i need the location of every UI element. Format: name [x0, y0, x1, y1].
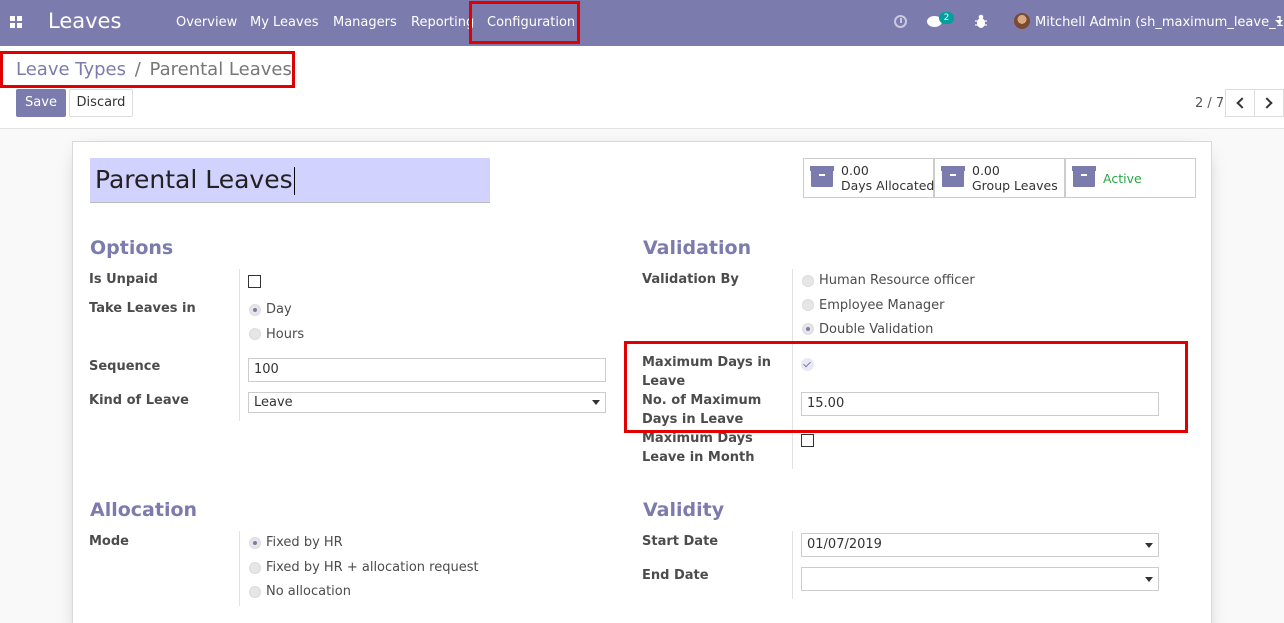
mode-fixed-hr-request-radio[interactable]	[249, 562, 261, 574]
validation-hr-officer-radio[interactable]	[802, 275, 814, 287]
no-max-days-label-line2: Days in Leave	[642, 412, 744, 427]
options-section-title: Options	[90, 237, 174, 259]
user-menu[interactable]: Mitchell Admin (sh_maximum_leave_12)	[1035, 15, 1284, 30]
validation-employee-manager-label[interactable]: Employee Manager	[819, 298, 945, 313]
max-days-month-label-line2: Leave in Month	[642, 450, 755, 465]
validation-employee-manager-radio[interactable]	[802, 299, 814, 311]
validation-double-label[interactable]: Double Validation	[819, 322, 933, 337]
validation-double-radio[interactable]	[802, 323, 814, 335]
end-date-label: End Date	[642, 568, 709, 583]
start-date-label: Start Date	[642, 534, 719, 549]
mode-fixed-hr-label[interactable]: Fixed by HR	[266, 535, 343, 550]
is-unpaid-checkbox[interactable]	[248, 275, 261, 288]
maximum-days-label-line1: Maximum Days in	[642, 355, 772, 370]
active-toggle-button[interactable]: Active	[1065, 158, 1196, 198]
menu-my-leaves[interactable]: My Leaves	[250, 15, 319, 30]
group-leaves-button[interactable]: 0.00 Group Leaves	[934, 158, 1065, 198]
allocation-divider	[239, 531, 240, 606]
no-max-days-input[interactable]: 15.00	[801, 392, 1159, 416]
start-date-input[interactable]: 01/07/2019	[801, 533, 1159, 557]
breadcrumb-leave-types[interactable]: Leave Types	[16, 59, 126, 80]
take-leaves-day-radio[interactable]	[249, 304, 261, 316]
caret-down-icon[interactable]	[1275, 20, 1283, 24]
control-panel: Leave Types / Parental Leaves Save Disca…	[0, 46, 1284, 129]
mode-fixed-hr-request-label[interactable]: Fixed by HR + allocation request	[266, 560, 479, 575]
top-navbar: Leaves Overview My Leaves Managers Repor…	[0, 0, 1284, 46]
take-leaves-hours-label[interactable]: Hours	[266, 327, 304, 342]
maximum-days-label: Maximum Days in Leave	[642, 353, 771, 391]
days-allocated-label: Days Allocated	[841, 178, 935, 193]
caret-down-icon	[592, 400, 600, 405]
days-allocated-value: 0.00	[841, 163, 869, 178]
kind-of-leave-label: Kind of Leave	[89, 393, 189, 408]
options-divider	[239, 269, 240, 421]
maximum-days-checkbox[interactable]	[801, 358, 814, 371]
mode-label: Mode	[89, 534, 129, 549]
mode-no-allocation-label[interactable]: No allocation	[266, 584, 351, 599]
take-leaves-hours-radio[interactable]	[249, 328, 261, 340]
kind-of-leave-select[interactable]: Leave	[248, 392, 606, 413]
menu-reporting[interactable]: Reporting	[411, 15, 474, 30]
menu-managers[interactable]: Managers	[333, 15, 397, 30]
discard-button[interactable]: Discard	[69, 89, 133, 117]
start-date-value: 01/07/2019	[807, 537, 882, 552]
active-label: Active	[1103, 171, 1142, 186]
sequence-value: 100	[254, 362, 279, 377]
validity-divider	[792, 531, 793, 599]
pager-value: 2 / 7	[1195, 96, 1225, 111]
no-max-days-label: No. of Maximum Days in Leave	[642, 391, 761, 429]
text-cursor	[293, 167, 295, 195]
is-unpaid-label: Is Unpaid	[89, 272, 158, 287]
no-max-days-value: 15.00	[807, 396, 845, 411]
sequence-input[interactable]: 100	[248, 358, 606, 382]
take-leaves-label: Take Leaves in	[89, 301, 196, 316]
archive-icon	[941, 166, 965, 187]
days-allocated-button[interactable]: 0.00 Days Allocated	[803, 158, 934, 198]
mode-no-allocation-radio[interactable]	[249, 586, 261, 598]
app-title: Leaves	[48, 9, 122, 33]
chevron-right-icon	[1261, 97, 1273, 109]
max-days-month-label: Maximum Days Leave in Month	[642, 429, 755, 467]
sequence-label: Sequence	[89, 359, 161, 374]
avatar[interactable]	[1014, 13, 1030, 29]
breadcrumb-current: Parental Leaves	[149, 59, 292, 80]
pager-next-button[interactable]	[1254, 89, 1284, 117]
validation-divider	[792, 269, 793, 469]
leave-type-name-input[interactable]: Parental Leaves	[90, 158, 490, 203]
form-sheet: Parental Leaves 0.00 Days Allocated 0.00…	[72, 141, 1212, 623]
archive-icon	[1072, 166, 1096, 187]
menu-configuration[interactable]: Configuration	[487, 15, 575, 30]
clock-icon[interactable]	[894, 15, 907, 28]
take-leaves-day-label[interactable]: Day	[266, 302, 292, 317]
breadcrumb: Leave Types / Parental Leaves	[16, 59, 292, 80]
validation-section-title: Validation	[643, 237, 752, 259]
archive-icon	[810, 166, 834, 187]
no-max-days-label-line1: No. of Maximum	[642, 393, 762, 408]
chevron-left-icon	[1236, 97, 1248, 109]
end-date-input[interactable]	[801, 567, 1159, 591]
breadcrumb-separator: /	[134, 59, 141, 80]
validation-hr-officer-label[interactable]: Human Resource officer	[819, 273, 975, 288]
caret-down-icon	[1145, 577, 1153, 582]
group-leaves-value: 0.00	[972, 163, 1000, 178]
chat-badge: 2	[939, 12, 954, 24]
leave-type-name-value: Parental Leaves	[95, 165, 293, 194]
validation-by-label: Validation By	[642, 272, 739, 287]
mode-fixed-hr-radio[interactable]	[249, 537, 261, 549]
menu-overview[interactable]: Overview	[176, 15, 237, 30]
allocation-section-title: Allocation	[90, 499, 198, 521]
caret-down-icon	[1145, 543, 1153, 548]
pager-previous-button[interactable]	[1225, 89, 1255, 117]
max-days-month-checkbox[interactable]	[801, 434, 814, 447]
validity-section-title: Validity	[643, 499, 725, 521]
kind-of-leave-value: Leave	[254, 395, 293, 410]
bug-icon[interactable]	[975, 14, 987, 29]
max-days-month-label-line1: Maximum Days	[642, 431, 753, 446]
save-button[interactable]: Save	[16, 89, 66, 117]
maximum-days-label-line2: Leave	[642, 374, 686, 389]
apps-icon[interactable]	[10, 16, 23, 29]
group-leaves-label: Group Leaves	[972, 178, 1058, 193]
